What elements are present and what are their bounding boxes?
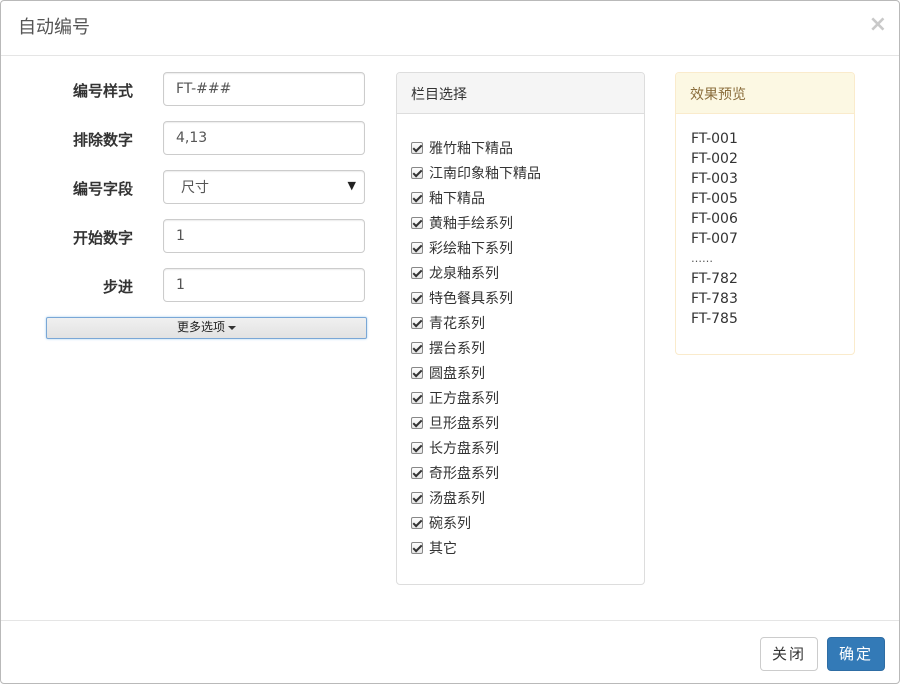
category-checkbox[interactable] — [411, 367, 423, 379]
category-item: 汤盘系列 — [411, 488, 644, 513]
category-label[interactable]: 釉下精品 — [429, 191, 485, 207]
category-checkbox[interactable] — [411, 267, 423, 279]
category-label[interactable]: 其它 — [429, 541, 457, 557]
category-item: 青花系列 — [411, 313, 644, 338]
category-checkbox[interactable] — [411, 242, 423, 254]
start-number-label: 开始数字 — [72, 229, 133, 247]
category-checkbox[interactable] — [411, 142, 423, 154]
category-panel-heading: 栏目选择 — [397, 73, 644, 114]
category-label[interactable]: 正方盘系列 — [429, 391, 499, 407]
more-options-label: 更多选项 — [176, 320, 225, 334]
category-label[interactable]: 长方盘系列 — [429, 441, 499, 457]
category-checkbox[interactable] — [411, 542, 423, 554]
category-checkbox[interactable] — [411, 292, 423, 304]
category-checkbox[interactable] — [411, 342, 423, 354]
category-label[interactable]: 碗系列 — [429, 516, 471, 532]
preview-item: …… — [691, 252, 713, 265]
number-field-label: 编号字段 — [72, 180, 133, 198]
category-item: 釉下精品 — [411, 188, 644, 213]
exclude-digits-input[interactable] — [163, 121, 365, 155]
number-field-select[interactable]: 尺寸 ▼ — [163, 170, 365, 204]
category-checkbox[interactable] — [411, 317, 423, 329]
category-checkbox[interactable] — [411, 392, 423, 404]
preview-item: FT-782 — [691, 271, 738, 287]
category-item: 旦形盘系列 — [411, 413, 644, 438]
category-list: 雅竹釉下精品江南印象釉下精品 釉下精品黄釉手绘系列 彩绘釉下系列 龙泉釉系列特色餐具系… — [397, 114, 644, 563]
dialog-header: 自动编号 × — [1, 1, 899, 56]
form-row-start-number: 开始数字 — [1, 219, 371, 253]
category-label[interactable]: 青花系列 — [429, 316, 485, 332]
step-label: 步进 — [102, 278, 133, 296]
close-button[interactable]: 关闭 — [760, 637, 818, 671]
category-item: 圆盘系列 — [411, 363, 644, 388]
dropdown-arrow-icon: ▼ — [347, 179, 356, 192]
category-checkbox[interactable] — [411, 217, 423, 229]
caret-down-icon — [228, 325, 236, 330]
preview-item: FT-007 — [691, 231, 738, 247]
category-checkbox[interactable] — [411, 467, 423, 479]
category-label[interactable]: 龙泉釉系列 — [429, 266, 499, 282]
category-checkbox[interactable] — [411, 442, 423, 454]
form-row-number-pattern: 编号样式 — [1, 72, 371, 106]
category-item: 奇形盘系列 — [411, 463, 644, 488]
start-number-input[interactable] — [163, 219, 365, 253]
exclude-digits-label: 排除数字 — [72, 131, 133, 149]
category-label[interactable]: 彩绘釉下系列 — [429, 241, 513, 257]
preview-item: FT-785 — [691, 311, 738, 327]
category-label[interactable]: 摆台系列 — [429, 341, 485, 357]
preview-item: FT-003 — [691, 171, 738, 187]
category-label[interactable]: 圆盘系列 — [429, 366, 485, 382]
category-item: 黄釉手绘系列 — [411, 213, 644, 238]
category-checkbox[interactable] — [411, 192, 423, 204]
category-item: 碗系列 — [411, 513, 644, 538]
category-item: 其它 — [411, 538, 644, 563]
category-label[interactable]: 黄釉手绘系列 — [429, 216, 513, 232]
preview-panel: 效果预览 FT-001 FT-002 FT-003 FT-005 FT-006 FT-00… — [675, 72, 855, 355]
category-item: 江南印象釉下精品 — [411, 163, 644, 188]
preview-panel-heading: 效果预览 — [676, 73, 854, 114]
category-label[interactable]: 旦形盘系列 — [429, 416, 499, 432]
category-checkbox[interactable] — [411, 492, 423, 504]
step-input[interactable] — [163, 268, 365, 302]
preview-item: FT-783 — [691, 291, 738, 307]
category-label[interactable]: 雅竹釉下精品 — [429, 141, 513, 157]
category-label[interactable]: 汤盘系列 — [429, 491, 485, 507]
preview-item: FT-006 — [691, 211, 738, 227]
category-item: 特色餐具系列 — [411, 288, 644, 313]
number-pattern-label: 编号样式 — [72, 82, 133, 100]
number-pattern-input[interactable] — [163, 72, 365, 106]
confirm-button[interactable]: 确定 — [827, 637, 885, 671]
category-item: 龙泉釉系列 — [411, 263, 644, 288]
dialog-title: 自动编号 — [18, 17, 90, 38]
more-options-button[interactable]: 更多选项 — [46, 317, 367, 339]
form-row-exclude-digits: 排除数字 — [1, 121, 371, 155]
preview-list: FT-001 FT-002 FT-003 FT-005 FT-006 FT-007 …… FT… — [676, 114, 854, 329]
preview-item: FT-002 — [691, 151, 738, 167]
auto-numbering-dialog: 自动编号 × 编号样式 排除数字 编号字段 尺寸 ▼ 开始数字 步进 更多选项 … — [0, 0, 900, 684]
category-selection-panel: 栏目选择 雅竹釉下精品江南印象釉下精品 釉下精品黄釉手绘系列 彩绘釉下系列 龙泉釉系列… — [396, 72, 645, 585]
category-item: 雅竹釉下精品 — [411, 138, 644, 163]
category-item: 彩绘釉下系列 — [411, 238, 644, 263]
close-icon[interactable]: × — [869, 13, 887, 37]
form-row-step: 步进 — [1, 268, 371, 302]
category-checkbox[interactable] — [411, 517, 423, 529]
category-checkbox[interactable] — [411, 167, 423, 179]
form-row-number-field: 编号字段 尺寸 ▼ — [1, 170, 371, 204]
category-label[interactable]: 江南印象釉下精品 — [429, 166, 541, 182]
category-item: 长方盘系列 — [411, 438, 644, 463]
number-field-selected-value: 尺寸 — [181, 180, 209, 196]
category-item: 摆台系列 — [411, 338, 644, 363]
dialog-footer: 关闭 确定 — [1, 620, 899, 683]
category-label[interactable]: 奇形盘系列 — [429, 466, 499, 482]
category-label[interactable]: 特色餐具系列 — [429, 291, 513, 307]
category-item: 正方盘系列 — [411, 388, 644, 413]
category-checkbox[interactable] — [411, 417, 423, 429]
preview-item: FT-005 — [691, 191, 738, 207]
preview-item: FT-001 — [691, 131, 738, 147]
